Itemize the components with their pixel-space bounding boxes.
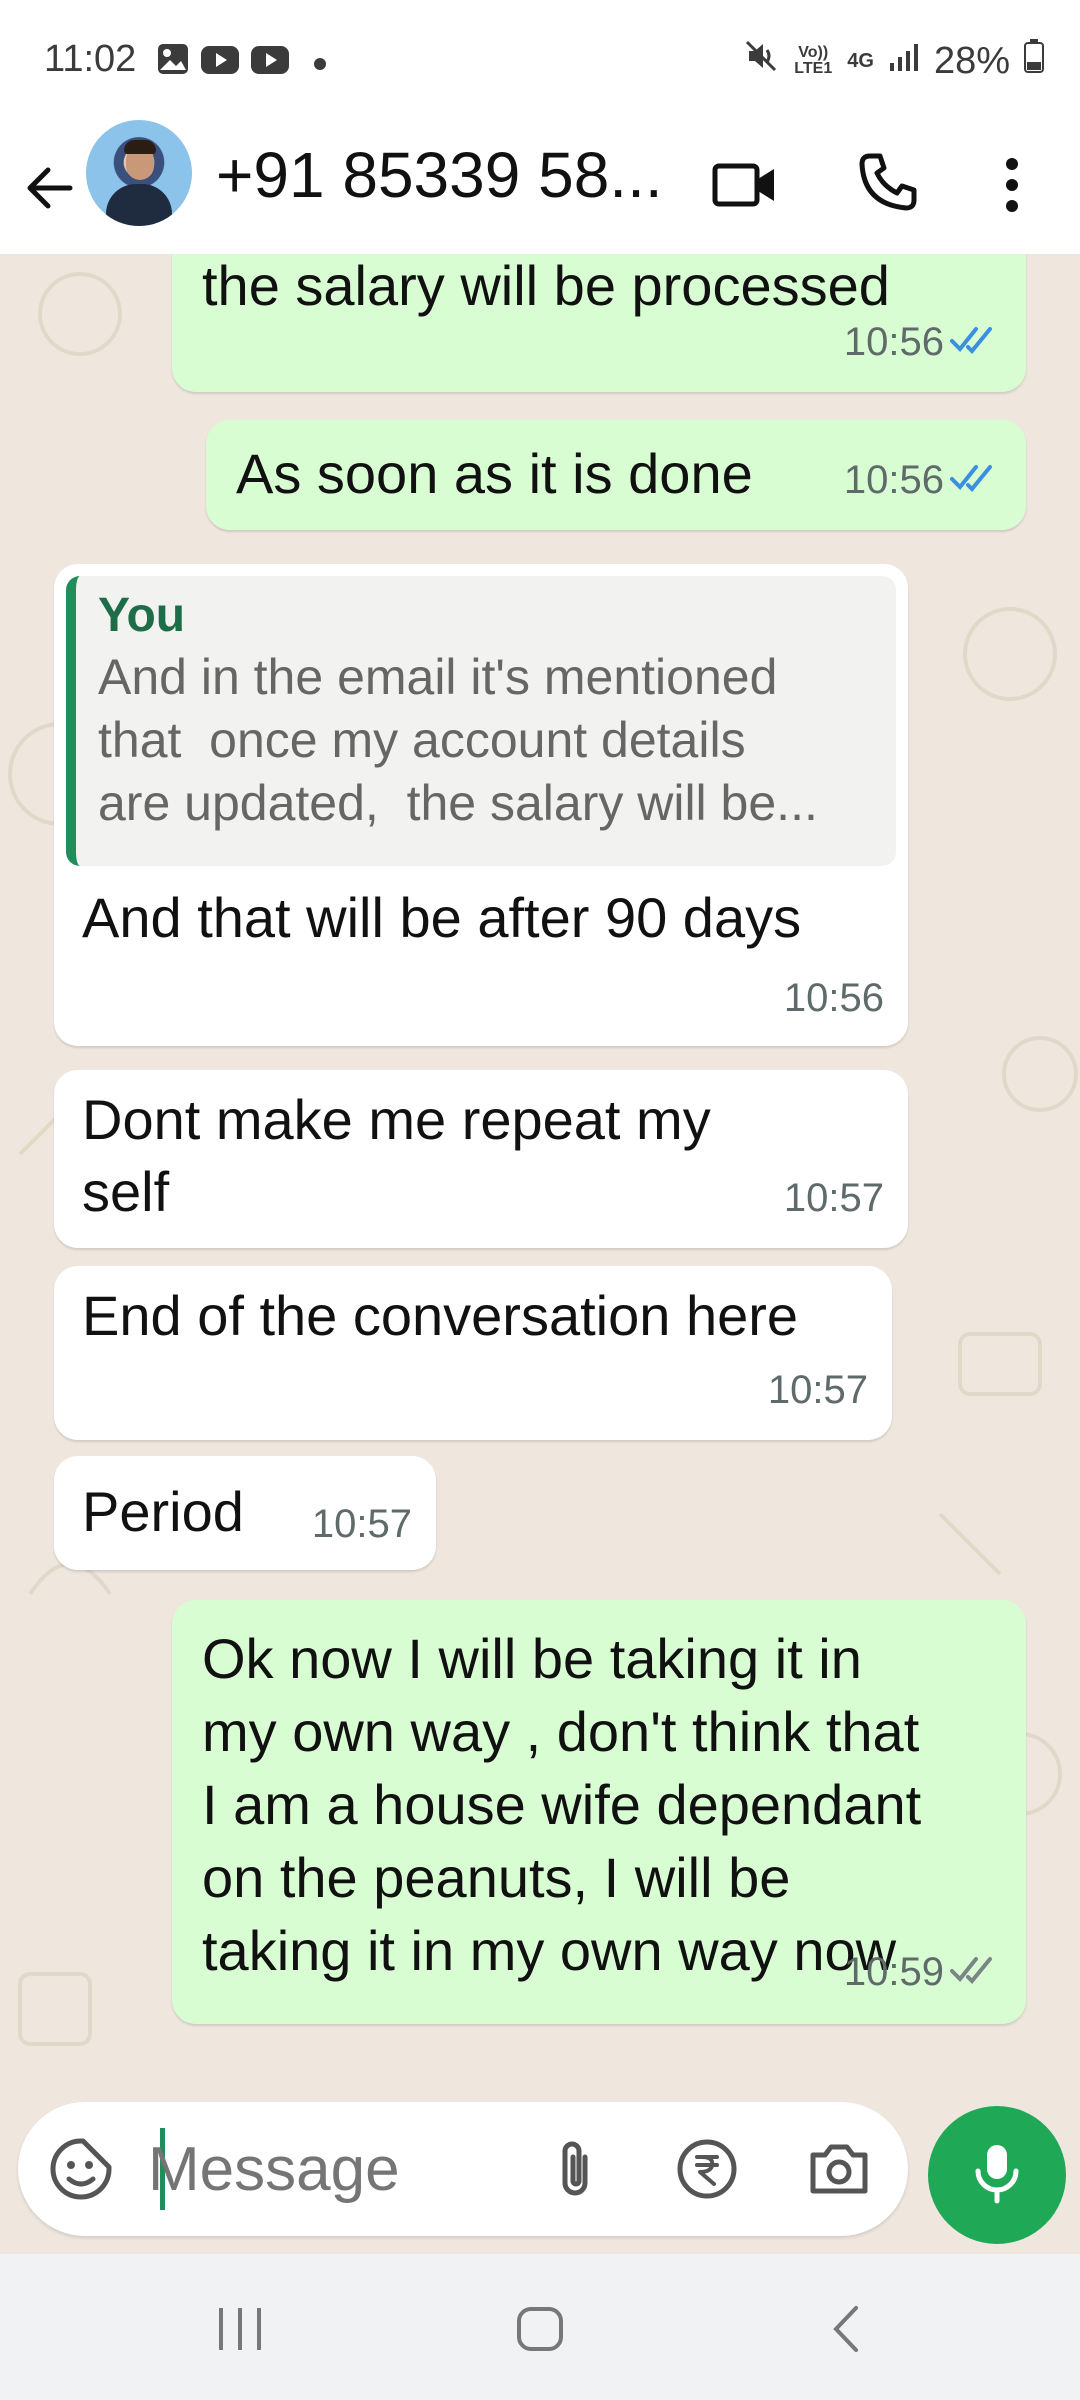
message-time: 10:57: [783, 1176, 884, 1220]
home-icon[interactable]: [510, 2304, 570, 2354]
youtube-icon: [250, 43, 290, 86]
recent-apps-icon[interactable]: [210, 2304, 270, 2354]
status-right-icons: Vo)) LTE1 4G 28%: [743, 38, 1044, 84]
chat-area[interactable]: the salary will be processed 10:56 As so…: [0, 254, 1080, 2250]
back-arrow-icon[interactable]: [20, 158, 80, 218]
payment-icon[interactable]: [670, 2132, 744, 2206]
status-left-icons: [156, 42, 326, 86]
message-meta: 10:57: [768, 1354, 868, 1426]
message-bubble-outgoing[interactable]: the salary will be processed 10:56: [172, 254, 1026, 392]
system-navigation-bar: [0, 2254, 1080, 2400]
notification-dot-icon: [314, 58, 326, 70]
message-bubble-incoming[interactable]: Period 10:57: [54, 1456, 436, 1570]
message-bubble-incoming[interactable]: Dont make me repeat my self 10:57: [54, 1070, 908, 1248]
message-time: 10:59: [843, 1950, 944, 1994]
signal-icon: [888, 40, 920, 83]
camera-icon[interactable]: [802, 2132, 876, 2206]
message-text: Ok now I will be taking it in my own way…: [202, 1627, 922, 1982]
message-text: Period: [82, 1480, 244, 1543]
message-bubble-outgoing[interactable]: Ok now I will be taking it in my own way…: [172, 1600, 1026, 2024]
status-time: 11:02: [44, 38, 137, 80]
quote-author: You: [98, 589, 186, 642]
message-bubble-incoming[interactable]: You And in the email it's mentioned that…: [54, 564, 908, 1046]
mic-button[interactable]: [928, 2106, 1066, 2244]
network-label: Vo)) LTE1: [794, 44, 833, 77]
battery-icon: [1024, 39, 1044, 83]
message-time: 10:56: [843, 320, 944, 364]
contact-name[interactable]: +91 85339 58...: [216, 138, 663, 212]
back-nav-icon[interactable]: [816, 2304, 876, 2354]
delivered-receipt-icon: [950, 1936, 1002, 2008]
attach-icon[interactable]: [538, 2132, 612, 2206]
message-meta: 10:56: [844, 444, 1002, 516]
message-time: 10:57: [767, 1368, 868, 1412]
message-composer: [18, 2102, 908, 2236]
message-text: the salary will be processed: [202, 254, 890, 317]
message-time: 10:56: [783, 976, 884, 1020]
message-input[interactable]: [146, 2128, 490, 2210]
mic-icon: [970, 2141, 1024, 2210]
gallery-icon: [156, 42, 190, 86]
chat-header: +91 85339 58...: [0, 118, 1080, 255]
more-options-icon[interactable]: [992, 150, 1032, 220]
message-text: As soon as it is done: [236, 442, 753, 505]
read-receipt-icon: [950, 444, 1002, 516]
message-meta: 10:59: [844, 1936, 1002, 2008]
message-meta: 10:57: [312, 1488, 412, 1560]
read-receipt-icon: [950, 306, 1002, 378]
message-meta: 10:57: [784, 1162, 884, 1234]
youtube-icon: [200, 43, 240, 86]
battery-percent: 28%: [933, 39, 1010, 82]
quote-text: And in the email it's mentioned that onc…: [98, 649, 818, 831]
network-type: 4G: [847, 50, 874, 72]
message-text: And that will be after 90 days: [82, 886, 802, 949]
message-text: Dont make me repeat my self: [82, 1088, 711, 1223]
message-bubble-outgoing[interactable]: As soon as it is done 10:56: [206, 420, 1026, 530]
message-time: 10:56: [843, 458, 944, 502]
phone-icon[interactable]: [852, 146, 924, 218]
mute-icon: [743, 38, 779, 84]
status-bar: 11:02 Vo)) LTE1 4G 28%: [0, 0, 1080, 118]
message-bubble-incoming[interactable]: End of the conversation here 10:57: [54, 1266, 892, 1440]
video-call-icon[interactable]: [710, 150, 780, 220]
sticker-icon[interactable]: [44, 2132, 118, 2206]
message-text: End of the conversation here: [82, 1284, 799, 1347]
message-meta: 10:56: [844, 306, 1002, 378]
avatar[interactable]: [86, 120, 192, 226]
quoted-message[interactable]: You And in the email it's mentioned that…: [66, 576, 896, 866]
message-meta: 10:56: [784, 962, 884, 1034]
message-time: 10:57: [311, 1502, 412, 1546]
